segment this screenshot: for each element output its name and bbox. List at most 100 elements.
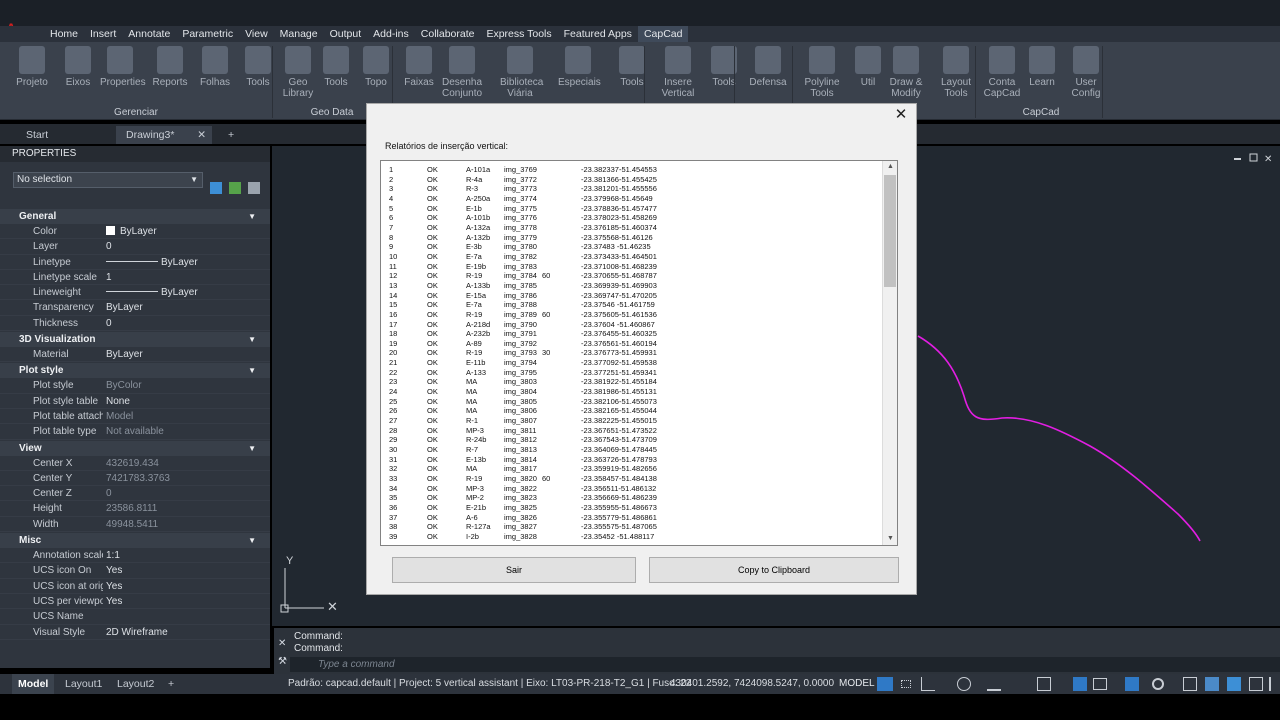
report-row[interactable]: 8 OK A-132b img_3779 -23.375568-51.46126 — [389, 233, 879, 243]
property-row[interactable]: Color ByLayer — [0, 224, 270, 240]
report-row[interactable]: 24 OK MA img_3804 -23.381986-51.455131 — [389, 387, 879, 397]
report-row[interactable]: 35 OK MP-2 img_3823 -23.356669-51.486239 — [389, 493, 879, 503]
ribbon-button-tools[interactable]: Tools — [704, 46, 744, 88]
tab-close-icon[interactable]: ✕ — [197, 126, 206, 144]
ortho-icon[interactable] — [921, 677, 935, 691]
ribbon-button-biblioteca-vi-ria[interactable]: Biblioteca Viária — [500, 46, 543, 99]
collapse-arrow-icon[interactable]: ▼ — [248, 363, 256, 378]
ribbon-button-geo-library[interactable]: Geo Library — [278, 46, 318, 99]
property-value-wrap[interactable]: ByLayer — [103, 224, 157, 238]
property-value[interactable]: 0 — [103, 316, 112, 330]
hardware-acceleration-icon[interactable] — [1249, 677, 1263, 691]
report-row[interactable]: 20 OK R-19 img_3793 30 -23.376773-51.459931 — [389, 348, 879, 358]
selection-dropdown[interactable]: No selection ▼ — [13, 172, 203, 188]
property-row[interactable]: Height 23586.8111 — [0, 501, 270, 517]
report-row[interactable]: 29 OK R-24b img_3812 -23.367543-51.473709 — [389, 435, 879, 445]
report-row[interactable]: 10 OK E-7a img_3782 -23.373433-51.464501 — [389, 252, 879, 262]
property-value[interactable]: Yes — [103, 579, 122, 593]
annotation-monitor-icon[interactable] — [1183, 677, 1197, 691]
property-value[interactable]: Yes — [103, 594, 122, 608]
new-tab-button[interactable]: + — [218, 126, 234, 144]
property-row[interactable]: UCS Name — [0, 609, 270, 625]
report-row[interactable]: 1 OK A-101a img_3769 -23.382337-51.454553 — [389, 165, 879, 175]
section-view[interactable]: View ▼ — [0, 440, 270, 456]
ribbon-button-especiais[interactable]: Especiais — [558, 46, 601, 88]
report-row[interactable]: 28 OK MP-3 img_3811 -23.367651-51.473522 — [389, 426, 879, 436]
workspace-gear-icon[interactable] — [1152, 678, 1164, 690]
listbox-scrollbar[interactable]: ▲ ▼ — [882, 161, 897, 545]
viewport-controls[interactable]: ✕ — [1234, 153, 1272, 165]
property-row[interactable]: Center Z0 — [0, 486, 270, 502]
collapse-arrow-icon[interactable]: ▼ — [248, 209, 256, 224]
property-value[interactable]: 1 — [103, 270, 112, 284]
grid-icon[interactable] — [877, 677, 893, 691]
property-value[interactable]: ByLayer — [103, 300, 143, 314]
object-snap-tracking-icon[interactable] — [1037, 677, 1051, 691]
dialog-close-icon[interactable]: ✕ — [892, 106, 910, 124]
report-row[interactable]: 15 OK E-7a img_3788 -23.37546 -51.461759 — [389, 300, 879, 310]
property-value[interactable] — [103, 609, 106, 623]
osnap-icon[interactable] — [987, 677, 1001, 691]
ribbon-button-layout-tools[interactable]: Layout Tools — [936, 46, 976, 99]
report-row[interactable]: 23 OK MA img_3803 -23.381922-51.455184 — [389, 377, 879, 387]
selection-cycling-icon[interactable] — [1073, 677, 1087, 691]
tab-model[interactable]: Model — [12, 674, 55, 694]
property-row[interactable]: Plot style ByColor — [0, 378, 270, 394]
tab-insert[interactable]: Insert — [84, 26, 122, 42]
report-row[interactable]: 38 OK R-127a img_3827 -23.355575-51.487065 — [389, 522, 879, 532]
customization-menu-icon[interactable] — [1269, 677, 1273, 691]
ribbon-button-tools[interactable]: Tools — [316, 46, 356, 88]
report-row[interactable]: 12 OK R-19 img_3784 60 -23.370655-51.468787 — [389, 271, 879, 281]
tab-capcad[interactable]: CapCad — [637, 26, 689, 42]
property-value-wrap[interactable]: ByLayer — [103, 255, 198, 269]
tab-start[interactable]: Start — [16, 126, 116, 144]
annotation-icon[interactable] — [1125, 677, 1139, 691]
property-row[interactable]: Linetype ByLayer — [0, 254, 270, 270]
copy-to-clipboard-button[interactable]: Copy to Clipboard — [649, 557, 899, 583]
add-layout-button[interactable]: + — [168, 674, 174, 694]
tab-express-tools[interactable]: Express Tools — [480, 26, 557, 42]
property-row[interactable]: Layer 0 — [0, 239, 270, 255]
report-row[interactable]: 34 OK MP-3 img_3822 -23.356511-51.486132 — [389, 484, 879, 494]
property-value[interactable]: 2D Wireframe — [103, 625, 168, 639]
section-3d-visualization[interactable]: 3D Visualization ▼ — [0, 332, 270, 348]
report-row[interactable]: 32 OK MA img_3817 -23.359919-51.482656 — [389, 464, 879, 474]
report-row[interactable]: 2 OK R-4a img_3772 -23.381366-51.455425 — [389, 175, 879, 185]
toggle-pickadd-icon[interactable] — [210, 182, 222, 194]
property-value[interactable]: 0 — [103, 239, 112, 253]
section-general[interactable]: General ▼ — [0, 209, 270, 224]
cursor-coordinates[interactable]: 430401.2592, 7424098.5247, 0.0000 — [670, 674, 834, 694]
ribbon-button-draw-modify[interactable]: Draw & Modify — [886, 46, 926, 99]
ribbon-button-topo[interactable]: Topo — [356, 46, 396, 88]
customize-command-icon[interactable]: ⚒ — [278, 656, 287, 667]
model-space-toggle[interactable]: MODEL — [839, 674, 875, 694]
report-row[interactable]: 6 OK A-101b img_3776 -23.378023-51.458269 — [389, 213, 879, 223]
property-row[interactable]: Plot style table None — [0, 393, 270, 409]
report-row[interactable]: 39 OK I-2b img_3828 -23.35452 -51.488117 — [389, 532, 879, 542]
property-value[interactable]: 1:1 — [103, 548, 120, 562]
section-plot-style[interactable]: Plot style ▼ — [0, 363, 270, 379]
property-row[interactable]: UCS icon at originYes — [0, 578, 270, 594]
property-row[interactable]: Thickness 0 — [0, 315, 270, 332]
property-row[interactable]: Center X 432619.434 — [0, 455, 270, 471]
scroll-up-icon[interactable]: ▲ — [883, 161, 897, 173]
property-row[interactable]: Center Y 7421783.3763 — [0, 470, 270, 487]
property-row[interactable]: Plot table attached toModel — [0, 408, 270, 425]
snap-icon[interactable] — [901, 680, 911, 688]
report-row[interactable]: 9 OK E-3b img_3780 -23.37483 -51.46235 — [389, 242, 879, 252]
tab-output[interactable]: Output — [324, 26, 368, 42]
tab-add-ins[interactable]: Add-ins — [367, 26, 415, 42]
property-row[interactable]: Material ByLayer — [0, 347, 270, 363]
alignment-polyline[interactable] — [917, 335, 1201, 542]
property-row[interactable]: UCS icon On Yes — [0, 563, 270, 579]
property-row[interactable]: Linetype scale 1 — [0, 269, 270, 286]
scrollbar-thumb[interactable] — [884, 175, 896, 287]
tab-manage[interactable]: Manage — [274, 26, 324, 42]
report-row[interactable]: 26 OK MA img_3806 -23.382165-51.455044 — [389, 406, 879, 416]
ribbon-button-insere-vertical[interactable]: Insere Vertical — [658, 46, 698, 99]
property-row[interactable]: Annotation scale 1:1 — [0, 548, 270, 564]
ribbon-button-polyline-tools[interactable]: Polyline Tools — [802, 46, 842, 99]
report-row[interactable]: 17 OK A-218d img_3790 -23.37604 -51.460867 — [389, 320, 879, 330]
tab-view[interactable]: View — [239, 26, 274, 42]
tab-drawing3[interactable]: Drawing3* ✕ — [116, 126, 212, 144]
